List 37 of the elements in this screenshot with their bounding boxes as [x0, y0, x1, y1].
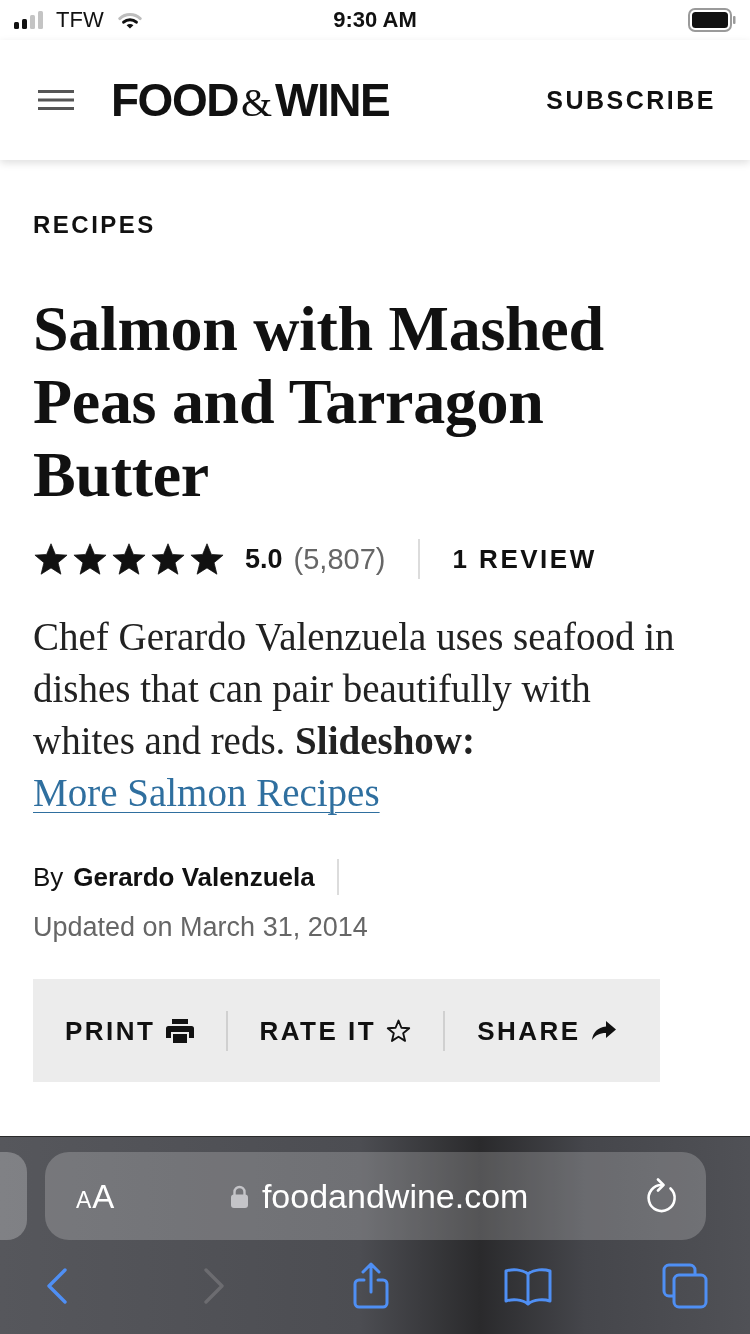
- printer-icon: [165, 1018, 194, 1043]
- print-button[interactable]: PRINT: [33, 979, 226, 1082]
- site-logo[interactable]: FOOD&WINE: [111, 77, 390, 123]
- updated-date: Updated on March 31, 2014: [33, 911, 368, 944]
- reload-icon[interactable]: [645, 1178, 679, 1214]
- signal-icon: [14, 11, 46, 29]
- article-description: Chef Gerardo Valenzuela uses seafood in dishes that can pair beautifully with whites and reds. Slideshow: More Salmon Recipes: [33, 614, 676, 817]
- subscribe-link[interactable]: SUBSCRIBE: [546, 87, 716, 113]
- menu-icon[interactable]: [38, 89, 74, 111]
- category-link[interactable]: RECIPES: [33, 210, 156, 240]
- rate-button[interactable]: RATE IT: [227, 979, 444, 1082]
- curved-arrow-icon: [590, 1020, 617, 1041]
- text-size-button[interactable]: AA: [76, 1179, 115, 1213]
- star-icon: [33, 541, 69, 577]
- star-icon: [189, 541, 225, 577]
- previous-tab-edge[interactable]: [0, 1152, 27, 1240]
- rating-count: (5,807): [293, 544, 386, 574]
- share-button[interactable]: SHARE: [445, 979, 649, 1082]
- wifi-icon: [117, 11, 142, 29]
- open-book-icon[interactable]: [502, 1266, 553, 1306]
- star-icon: [72, 541, 108, 577]
- battery-icon: [688, 8, 736, 32]
- star-icon: [111, 541, 147, 577]
- article-title: Salmon with Mashed Peas and Tarragon Butter: [33, 292, 605, 511]
- carrier-name: TFW: [56, 9, 104, 31]
- byline-prefix: By: [33, 864, 64, 890]
- tabs-icon[interactable]: [660, 1262, 709, 1310]
- address-bar[interactable]: AA foodandwine.com: [45, 1152, 706, 1240]
- lock-icon: [230, 1184, 248, 1208]
- star-outline-icon: [386, 1018, 412, 1043]
- reviews-link[interactable]: 1 REVIEW: [452, 546, 597, 572]
- url-text: foodandwine.com: [261, 1179, 529, 1213]
- slideshow-link[interactable]: More Salmon Recipes: [33, 771, 380, 814]
- status-time: 9:30 AM: [333, 9, 417, 31]
- star-icon: [150, 541, 186, 577]
- rating-score: 5.0: [245, 545, 283, 573]
- author-link[interactable]: Gerardo Valenzuela: [73, 864, 315, 890]
